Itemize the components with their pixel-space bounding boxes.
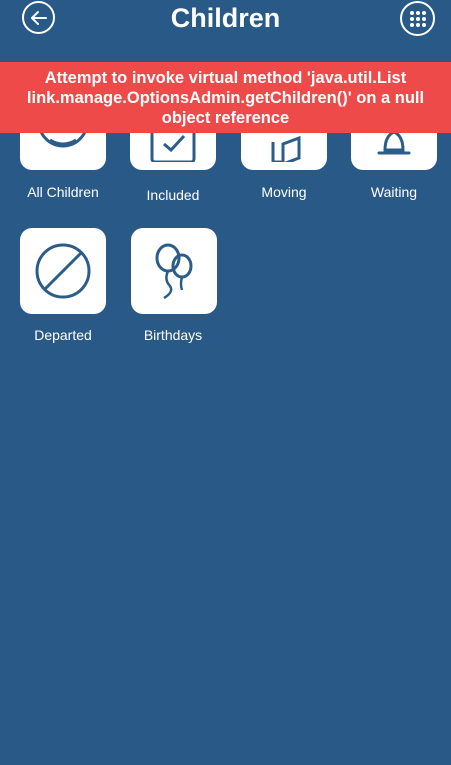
balloons-icon	[155, 243, 193, 300]
prohibited-icon	[35, 243, 91, 299]
menu-grid-button[interactable]	[400, 1, 435, 36]
tile-label: All Children	[27, 184, 99, 200]
grid-dots-icon	[409, 10, 426, 27]
tile-label: Moving	[261, 184, 307, 200]
tile-departed[interactable]	[20, 228, 106, 314]
tile-label: Waiting	[370, 184, 418, 200]
tile-label: Included	[146, 187, 200, 203]
tile-label: Birthdays	[143, 327, 203, 343]
tile-label: Departed	[34, 327, 92, 343]
error-message: Attempt to invoke virtual method 'java.u…	[26, 68, 425, 127]
error-banner: Attempt to invoke virtual method 'java.u…	[0, 62, 451, 133]
app-header: Children	[0, 0, 451, 60]
tile-birthdays[interactable]	[131, 228, 217, 314]
page-title: Children	[170, 3, 281, 33]
